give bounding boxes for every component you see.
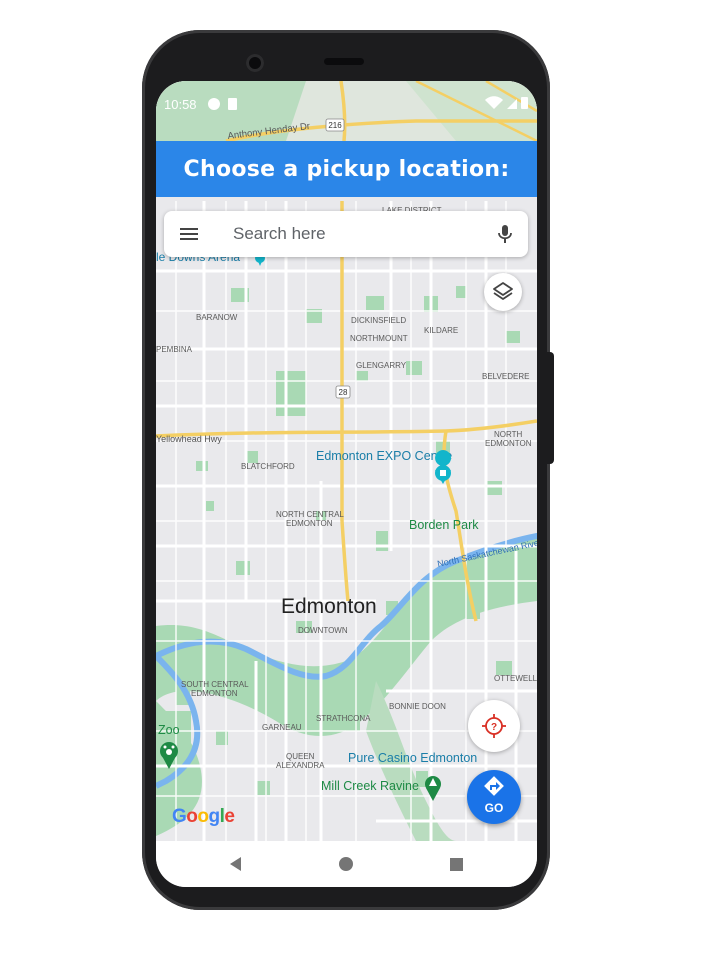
nbhd-dickinsfield: DICKINSFIELD xyxy=(351,316,406,325)
directions-icon xyxy=(484,776,504,796)
poi-expo-centre[interactable]: Edmonton EXPO Centre xyxy=(316,449,452,463)
nbhd-northmount: NORTHMOUNT xyxy=(350,334,408,343)
nbhd-ottewell: OTTEWELL xyxy=(494,674,537,683)
microphone-icon[interactable] xyxy=(494,222,516,246)
city-label-edmonton: Edmonton xyxy=(281,595,377,618)
nbhd-pembina: PEMBINA xyxy=(156,345,193,354)
poi-pure-casino[interactable]: Pure Casino Edmonton xyxy=(348,751,477,765)
back-triangle-icon[interactable] xyxy=(226,854,246,874)
earpiece-speaker xyxy=(324,58,364,65)
go-directions-button[interactable]: GO xyxy=(467,770,521,824)
phone-screen: 216 28 Anthony Henday Dr Yellowhead Hwy … xyxy=(156,81,537,887)
nbhd-baranow: BARANOW xyxy=(196,313,238,322)
notification-icons xyxy=(208,97,240,116)
nbhd-downtown: DOWNTOWN xyxy=(298,626,348,635)
google-logo: Google xyxy=(172,806,235,827)
pickup-location-banner: Choose a pickup location: xyxy=(156,141,537,197)
map-layers-button[interactable] xyxy=(484,273,522,311)
search-input[interactable]: Search here xyxy=(233,224,326,244)
nbhd-south-central-line2: EDMONTON xyxy=(191,689,238,698)
nbhd-blatchford: BLATCHFORD xyxy=(241,462,295,471)
poi-mill-creek[interactable]: Mill Creek Ravine xyxy=(321,779,419,793)
nbhd-north-edmonton-line2: EDMONTON xyxy=(485,439,532,448)
nbhd-glengarry: GLENGARRY xyxy=(356,361,407,370)
sync-icon xyxy=(208,98,220,110)
poi-borden-park[interactable]: Borden Park xyxy=(409,518,479,532)
home-circle-icon[interactable] xyxy=(336,854,356,874)
recents-square-icon[interactable] xyxy=(446,854,466,874)
nbhd-belvedere: BELVEDERE xyxy=(482,372,529,381)
status-bar: 10:58 xyxy=(156,81,537,127)
hwy-28-shield: 28 xyxy=(339,388,348,397)
android-nav-bar xyxy=(156,841,537,887)
my-location-button[interactable]: ? xyxy=(468,700,520,752)
location-unknown-icon: ? xyxy=(482,714,506,738)
svg-text:?: ? xyxy=(491,722,497,733)
hamburger-menu-icon[interactable] xyxy=(176,223,202,245)
nbhd-garneau: GARNEAU xyxy=(262,723,302,732)
sd-card-icon xyxy=(228,98,237,110)
nbhd-south-central-line1: SOUTH CENTRAL xyxy=(181,680,249,689)
system-status-icons xyxy=(485,96,529,115)
go-label: GO xyxy=(484,801,504,815)
phone-side-button xyxy=(547,352,554,464)
nbhd-north-central-line1: NORTH CENTRAL xyxy=(276,510,344,519)
cell-signal-icon xyxy=(507,99,517,109)
nbhd-north-central-line2: EDMONTON xyxy=(286,519,333,528)
status-time: 10:58 xyxy=(164,97,197,112)
nbhd-queen-alexandra-line2: ALEXANDRA xyxy=(276,761,325,770)
search-bar[interactable]: Search here xyxy=(164,211,528,257)
poi-zoo[interactable]: Zoo xyxy=(158,723,180,737)
road-label-yellowhead: Yellowhead Hwy xyxy=(156,434,222,444)
layers-icon xyxy=(493,282,513,300)
wifi-icon xyxy=(485,96,503,109)
nbhd-strathcona: STRATHCONA xyxy=(316,714,371,723)
battery-icon xyxy=(521,97,528,109)
nbhd-bonnie-doon: BONNIE DOON xyxy=(389,702,446,711)
nbhd-north-edmonton-line1: NORTH xyxy=(494,430,523,439)
nbhd-kildare: KILDARE xyxy=(424,326,458,335)
front-camera xyxy=(246,54,264,72)
nbhd-queen-alexandra-line1: QUEEN xyxy=(286,752,315,761)
